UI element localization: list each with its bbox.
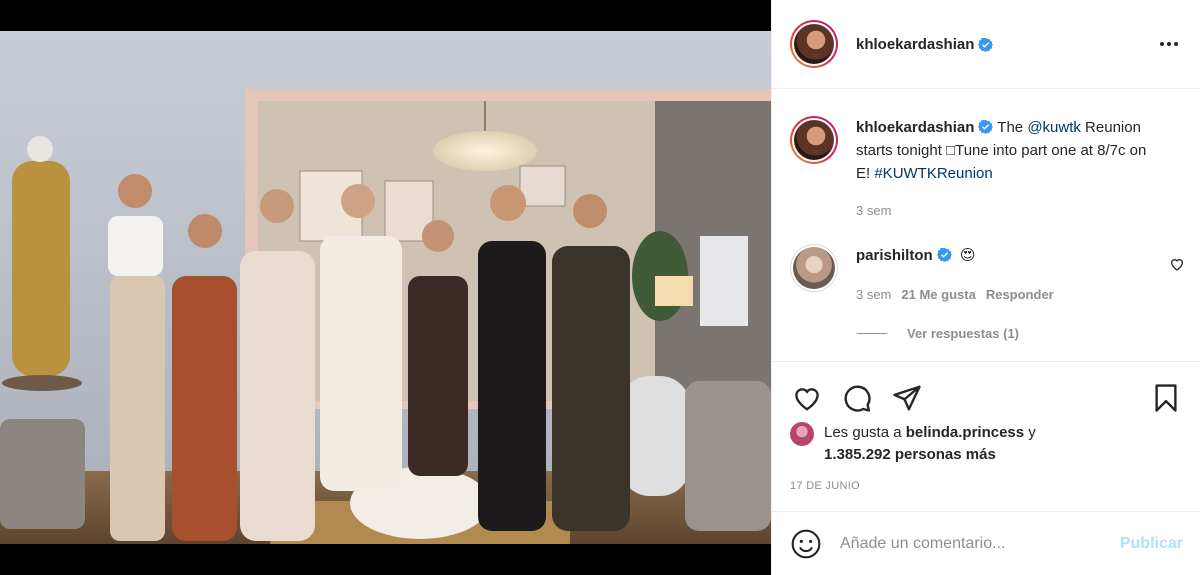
share-paper-plane-icon[interactable] [890,381,924,415]
post-media-area [0,0,771,575]
post-header: khloekardashian [772,0,1200,89]
caption: khloekardashian The @kuwtk Reunion start… [772,116,1200,222]
caption-hashtag-link[interactable]: #KUWTKReunion [874,165,992,182]
caption-text-prefix: The [997,119,1028,136]
save-bookmark-icon[interactable] [1149,381,1183,415]
actions-section: Les gusta a belinda.princess y 1.385.292… [772,361,1200,492]
comment-reply-button[interactable]: Responder [986,283,1054,306]
comment-input[interactable] [840,534,1110,553]
likes-connector: y [1024,424,1036,441]
likes-prefix: Les gusta a [824,424,906,441]
publish-button[interactable]: Publicar [1120,535,1183,553]
commenter-username[interactable]: parishilton [856,247,933,264]
comment-bubble-icon[interactable] [840,381,874,415]
action-bar [772,362,1200,420]
post-photo[interactable] [0,31,771,544]
comment-likes[interactable]: 21 Me gusta [901,283,975,306]
comment-emoji: 😍 [959,247,976,264]
view-replies-label: Ver respuestas (1) [907,326,1020,341]
replies-divider [857,333,887,334]
author-avatar[interactable] [790,20,838,68]
liker-username[interactable]: belinda.princess [906,424,1024,441]
view-replies-button[interactable]: Ver respuestas (1) [857,326,1200,341]
likes-count[interactable]: 1.385.292 personas más [824,446,996,463]
verified-badge-icon [936,247,952,262]
comment-item: parishilton 😍 3 sem 21 Me gusta Responde… [772,244,1200,306]
more-options-icon[interactable] [1154,36,1184,52]
caption-mention-link[interactable]: @kuwtk [1027,119,1081,136]
caption-username[interactable]: khloekardashian [856,119,974,136]
comment-time[interactable]: 3 sem [856,283,891,306]
caption-time[interactable]: 3 sem [856,199,891,222]
add-comment-bar: Publicar [772,511,1200,575]
caption-author-avatar[interactable] [790,116,838,164]
comment-like-heart-icon[interactable] [1169,256,1185,272]
commenter-avatar[interactable] [790,244,838,292]
like-heart-icon[interactable] [790,381,824,415]
verified-badge-icon [978,37,994,52]
comments-section: khloekardashian The @kuwtk Reunion start… [772,90,1200,360]
likes-summary: Les gusta a belinda.princess y 1.385.292… [772,422,1200,466]
liker-avatar[interactable] [790,422,814,446]
post-side-panel: khloekardashian khloekardashian The @kuw… [771,0,1200,575]
verified-badge-icon [978,119,994,134]
author-username[interactable]: khloekardashian [856,36,974,53]
post-date[interactable]: 17 DE JUNIO [772,480,1200,492]
emoji-picker-icon[interactable] [790,528,822,560]
